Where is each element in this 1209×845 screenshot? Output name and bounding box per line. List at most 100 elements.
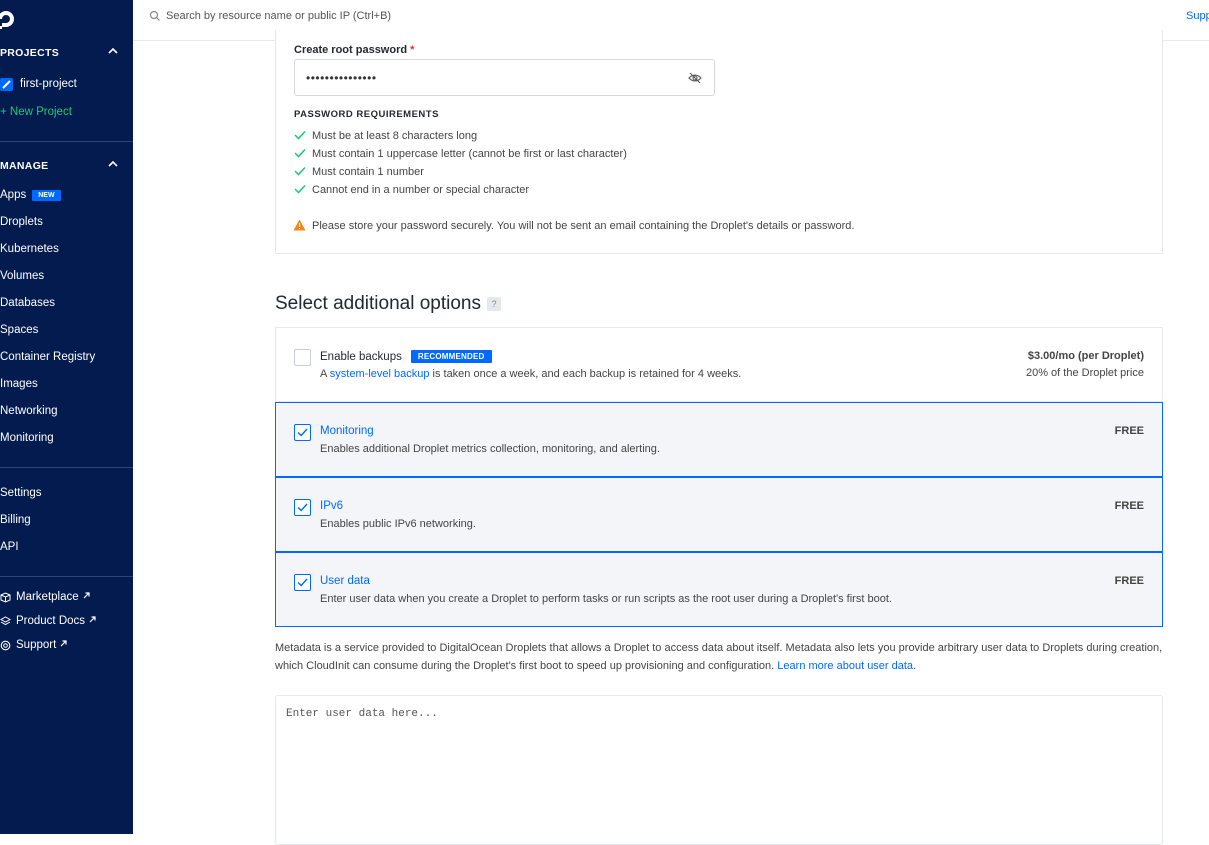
sidebar-divider [0, 467, 133, 468]
backups-description: A system-level backup is taken once a we… [320, 368, 741, 380]
sidebar-item-droplets[interactable]: Droplets [0, 216, 43, 228]
monitoring-title: Monitoring [320, 425, 374, 437]
manage-section-header[interactable]: MANAGE [0, 156, 133, 176]
backups-title: Enable backups RECOMMENDED [320, 350, 492, 363]
option-ipv6[interactable]: IPv6 Enables public IPv6 networking. FRE… [275, 477, 1163, 552]
sidebar-item-kubernetes[interactable]: Kubernetes [0, 243, 59, 255]
system-level-backup-link[interactable]: system-level backup [330, 368, 430, 380]
root-password-field[interactable]: ••••••••••••••• [294, 59, 715, 96]
backups-price-note: 20% of the Droplet price [1025, 367, 1144, 379]
backups-desc-suffix: is taken once a week, and each backup is… [429, 368, 742, 380]
manage-header-label: MANAGE [0, 160, 49, 172]
user-data-title: User data [320, 575, 370, 587]
requirement-text: Must contain 1 uppercase letter (cannot … [312, 148, 627, 160]
support-top-link[interactable]: Supp [1186, 10, 1209, 22]
sidebar-item-volumes[interactable]: Volumes [0, 270, 44, 282]
requirement-text: Must be at least 8 characters long [312, 130, 478, 142]
password-requirements-title: PASSWORD REQUIREMENTS [294, 109, 439, 120]
required-mark: * [410, 44, 415, 56]
warning-text: Please store your password securely. You… [312, 220, 855, 232]
metadata-description: Metadata is a service provided to Digita… [275, 639, 1163, 675]
sidebar-item-spaces[interactable]: Spaces [0, 324, 38, 336]
root-password-label-text: Create root password [294, 44, 408, 56]
additional-options-title: Select additional options? [275, 293, 501, 315]
eye-slash-icon[interactable] [688, 71, 702, 85]
option-monitoring[interactable]: Monitoring Enables additional Droplet me… [275, 402, 1163, 477]
search-input[interactable] [166, 6, 566, 26]
password-requirement: Must be at least 8 characters long [294, 130, 477, 142]
checkmark-icon [297, 503, 308, 512]
password-requirement: Must contain 1 number [294, 166, 424, 178]
sidebar-item-billing[interactable]: Billing [0, 514, 31, 526]
password-requirement: Cannot end in a number or special charac… [294, 184, 529, 196]
external-link-icon [83, 592, 90, 599]
metadata-text: Metadata is a service provided to Digita… [275, 642, 1163, 672]
sidebar-item-databases[interactable]: Databases [0, 297, 55, 309]
requirement-text: Must contain 1 number [312, 166, 424, 178]
sidebar-item-apps[interactable]: Apps NEW [0, 189, 61, 201]
product-docs-link[interactable]: Product Docs [16, 615, 96, 627]
projects-section-header[interactable]: PROJECTS [0, 43, 133, 63]
support-label: Support [16, 639, 57, 651]
user-data-checkbox[interactable] [294, 574, 311, 591]
sidebar-item-api[interactable]: API [0, 541, 19, 553]
option-user-data[interactable]: User data Enter user data when you creat… [275, 552, 1163, 627]
password-requirement: Must contain 1 uppercase letter (cannot … [294, 148, 627, 160]
user-data-description: Enter user data when you create a Drople… [320, 593, 892, 605]
monitoring-checkbox[interactable] [294, 424, 311, 441]
root-password-label: Create root password * [294, 44, 414, 56]
sidebar-item-images[interactable]: Images [0, 378, 38, 390]
monitoring-price: FREE [1114, 425, 1144, 437]
sidebar-divider [0, 576, 133, 577]
learn-more-user-data-link[interactable]: Learn more about user data [777, 660, 913, 672]
check-icon [294, 148, 306, 158]
backups-title-text: Enable backups [320, 351, 402, 363]
marketplace-label: Marketplace [16, 591, 79, 603]
search-icon [149, 10, 160, 21]
marketplace-link[interactable]: Marketplace [16, 591, 90, 603]
additional-options-title-text: Select additional options [275, 293, 481, 314]
external-link-icon [60, 640, 67, 647]
chevron-up-icon[interactable] [107, 158, 119, 170]
ipv6-price: FREE [1114, 500, 1144, 512]
recommended-badge: RECOMMENDED [410, 350, 492, 363]
sidebar-item-container-registry[interactable]: Container Registry [0, 351, 95, 363]
chevron-up-icon[interactable] [107, 45, 119, 57]
sidebar-divider [0, 141, 133, 142]
check-icon [294, 166, 306, 176]
user-data-price: FREE [1114, 575, 1144, 587]
sidebar-item-label: Apps [0, 189, 27, 201]
metadata-end: . [913, 660, 917, 672]
checkmark-icon [297, 428, 308, 437]
sidebar-item-first-project[interactable]: first-project [20, 78, 77, 90]
backups-checkbox[interactable] [294, 349, 311, 366]
check-icon [294, 184, 306, 194]
new-project-link[interactable]: + New Project [0, 106, 72, 118]
marketplace-icon [0, 592, 11, 603]
support-icon [0, 640, 11, 651]
support-link[interactable]: Support [16, 639, 67, 651]
backups-price: $3.00/mo (per Droplet) [1027, 350, 1144, 362]
docs-icon [0, 616, 11, 626]
help-icon[interactable]: ? [486, 297, 501, 311]
monitoring-description: Enables additional Droplet metrics colle… [320, 443, 660, 455]
ipv6-title: IPv6 [320, 500, 344, 512]
ipv6-checkbox[interactable] [294, 499, 311, 516]
sidebar: PROJECTS first-project + New Project MAN… [0, 0, 133, 834]
password-warning: Please store your password securely. You… [293, 219, 854, 232]
check-icon [294, 130, 306, 140]
user-data-textarea[interactable] [275, 695, 1163, 845]
warning-icon [293, 219, 306, 231]
option-backups[interactable]: Enable backups RECOMMENDED A system-level… [275, 327, 1163, 402]
ipv6-description: Enables public IPv6 networking. [320, 518, 476, 530]
root-password-value: ••••••••••••••• [306, 71, 377, 85]
digitalocean-logo-icon[interactable] [0, 7, 18, 31]
checkmark-icon [297, 578, 308, 587]
backups-desc-prefix: A [320, 368, 330, 380]
sidebar-item-networking[interactable]: Networking [0, 405, 58, 417]
sidebar-item-monitoring[interactable]: Monitoring [0, 432, 54, 444]
requirement-text: Cannot end in a number or special charac… [312, 184, 530, 196]
sidebar-item-settings[interactable]: Settings [0, 487, 42, 499]
product-docs-label: Product Docs [16, 615, 86, 627]
projects-header-label: PROJECTS [0, 47, 59, 59]
